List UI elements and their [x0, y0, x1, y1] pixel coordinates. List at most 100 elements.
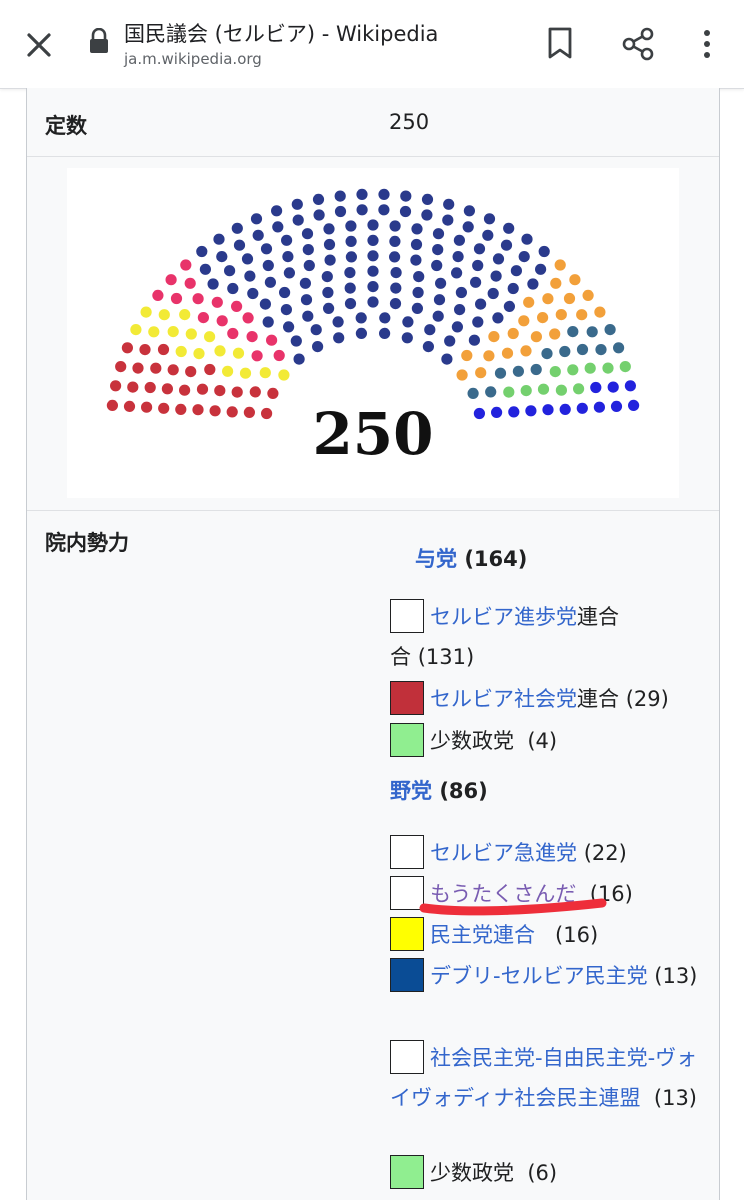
seat-dot — [344, 298, 357, 310]
seat-dot — [624, 380, 637, 392]
seat-dot — [312, 341, 324, 353]
seat-dot — [503, 300, 515, 312]
seat-dot — [332, 316, 344, 328]
seat-dot — [432, 310, 444, 322]
party-link[interactable]: セルビア進歩党 — [430, 605, 577, 629]
seat-dot — [110, 380, 122, 392]
seat-dot — [262, 316, 274, 328]
seat-dot — [453, 234, 465, 246]
seat-dot — [334, 190, 346, 202]
seat-dot — [461, 349, 473, 362]
seat-dot — [537, 383, 550, 395]
chart-total-label: 250 — [312, 400, 433, 468]
seat-dot — [150, 362, 162, 374]
seat-dot — [555, 309, 567, 321]
party-item: 社会民主党-自由民主党-ヴォイヴォディナ社会民主連盟 (13) — [390, 1038, 710, 1118]
parliament-chart[interactable]: 250 — [67, 168, 679, 498]
seat-dot — [175, 403, 187, 415]
seat-dot — [593, 401, 606, 413]
party-link[interactable]: デブリ-セルビア民主党 — [430, 964, 648, 988]
seat-dot — [518, 251, 530, 263]
seat-dot — [165, 274, 177, 286]
seat-dot — [582, 289, 594, 301]
ruling-group-link[interactable]: 与党 — [415, 547, 457, 571]
party-link[interactable]: セルビア社会党 — [430, 687, 577, 711]
seat-dot — [432, 228, 445, 240]
seat-dot — [473, 407, 485, 420]
seat-dot — [530, 363, 542, 376]
seat-dot — [555, 384, 567, 396]
seat-dot — [401, 332, 413, 344]
seat-dot — [510, 265, 522, 277]
party-color-swatch — [390, 917, 424, 951]
seat-dot — [247, 287, 259, 300]
seat-dot — [303, 259, 315, 272]
seat-dot — [199, 263, 211, 275]
seat-dot — [604, 324, 616, 336]
seat-dot — [323, 302, 335, 314]
seat-dot — [475, 367, 487, 379]
seat-dot — [379, 327, 391, 339]
seat-dot — [141, 401, 153, 413]
seat-dot — [227, 327, 239, 340]
party-name-suffix: 連合 — [577, 687, 619, 711]
seat-dot — [243, 406, 255, 418]
seat-dot — [520, 385, 532, 397]
seat-dot — [167, 364, 179, 376]
lock-icon — [90, 28, 108, 53]
seat-dot — [242, 312, 254, 324]
seat-dot — [322, 286, 334, 299]
seat-dot — [227, 282, 239, 295]
seat-dot — [462, 221, 474, 233]
seat-dot — [503, 222, 515, 234]
seat-dot — [563, 292, 576, 305]
party-link[interactable]: セルビア急進党 — [430, 841, 577, 865]
browser-toolbar: 国民議会 (セルビア) - Wikipedia ja.m.wikipedia.o… — [0, 0, 744, 89]
seat-dot — [300, 294, 313, 306]
seat-dot — [443, 198, 455, 210]
seat-dot — [355, 312, 367, 324]
seat-dot — [302, 310, 314, 322]
seat-dot — [590, 381, 602, 394]
seat-dot — [244, 270, 256, 282]
seat-dot — [542, 293, 554, 305]
seat-dot — [344, 267, 356, 279]
seat-dot — [273, 349, 285, 362]
party-seat-count: (16) — [555, 923, 599, 947]
seat-dot — [283, 267, 295, 279]
seat-dot — [241, 253, 254, 265]
bookmark-icon[interactable] — [546, 26, 574, 60]
seat-dot — [576, 343, 589, 356]
seat-dot — [106, 399, 118, 411]
seat-dot — [507, 327, 519, 340]
seat-dot — [569, 274, 581, 286]
seat-dot — [559, 345, 571, 358]
seat-dot — [422, 341, 434, 353]
party-name: 少数政党 — [430, 1161, 514, 1185]
seat-dot — [483, 213, 496, 225]
party-link[interactable]: 社会民主党-自由民主党-ヴォイヴォディナ社会民主連盟 — [390, 1046, 697, 1110]
seat-dot — [402, 316, 414, 328]
seat-dot — [473, 243, 486, 255]
seat-dot — [123, 400, 136, 412]
party-link[interactable]: 民主党連合 — [430, 923, 535, 947]
seat-dot — [451, 321, 463, 333]
seat-dot — [467, 387, 479, 399]
seat-dot — [521, 233, 533, 245]
seat-dot — [475, 298, 487, 310]
share-icon[interactable] — [620, 26, 656, 62]
seat-dot — [148, 326, 160, 338]
seat-dot — [389, 251, 401, 263]
seat-dot — [378, 188, 390, 200]
seat-dot — [204, 363, 216, 376]
seat-dot — [267, 387, 279, 399]
seat-dot — [367, 250, 379, 262]
more-vert-icon[interactable] — [698, 26, 716, 62]
page-url[interactable]: ja.m.wikipedia.org — [124, 50, 262, 68]
party-item: セルビア社会党連合 (29) — [390, 679, 710, 719]
seat-dot — [367, 234, 379, 246]
seat-dot — [399, 205, 412, 218]
close-icon[interactable] — [22, 28, 56, 62]
opposition-group-link[interactable]: 野党 — [390, 779, 432, 803]
seat-dot — [140, 306, 152, 318]
